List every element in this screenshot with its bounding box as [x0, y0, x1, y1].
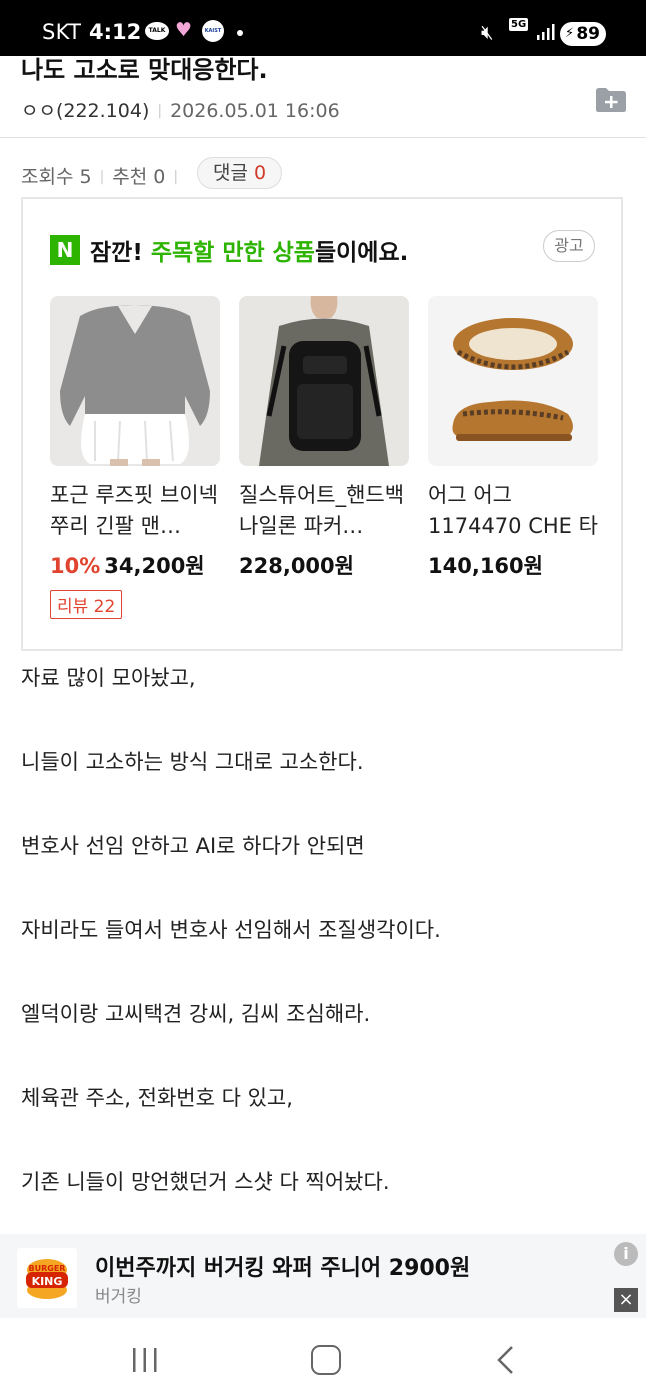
product-price: 228,000원 [239, 554, 354, 578]
banner-title[interactable]: 이번주까지 버거킹 와퍼 주니어 2900원 [95, 1250, 470, 1282]
product-price-row: 140,160원 [428, 550, 598, 580]
kakaotalk-icon: TALK [145, 22, 169, 40]
post-meta: ㅇㅇ(222.104) | 2026.05.01 16:06 [21, 96, 340, 123]
comments-count: 0 [254, 162, 267, 184]
product-price: 140,160원 [428, 554, 543, 578]
product-price-row: 228,000원 [239, 550, 409, 580]
product-price: 34,200원 [104, 554, 205, 578]
add-folder-icon[interactable] [595, 87, 627, 113]
banner-advertiser: 버거킹 [95, 1287, 142, 1307]
product-name[interactable]: 포근 루즈핏 브이넥 쭈리 긴팔 맨… [50, 480, 220, 542]
battery-saver-icon: ⚡ [565, 26, 575, 41]
ad-heading-part1: 잠깐! [90, 240, 151, 266]
ad-badge[interactable]: 광고 [543, 230, 595, 262]
product-card[interactable]: 포근 루즈핏 브이넥 쭈리 긴팔 맨… 10% 34,200원 리뷰 22 [50, 296, 220, 619]
product-card[interactable]: 질스튜어트_핸드백 나일론 파커… 228,000원 [239, 296, 409, 580]
mute-icon: 🔇︎ [481, 20, 494, 44]
product-image-slippers[interactable] [428, 296, 598, 466]
post-title: 나도 고소로 맞대응한다. [21, 56, 268, 84]
notification-dot-icon [237, 30, 243, 36]
signal-icon [537, 24, 555, 40]
body-line: 변호사 선임 안하고 AI로 하다가 안되면 [21, 834, 365, 858]
ad-heading-highlight: 주목할 만한 상품 [150, 240, 315, 266]
body-line: 엘덕이랑 고씨택견 강씨, 김씨 조심해라. [21, 1002, 371, 1026]
post-datetime: 2026.05.01 16:06 [170, 100, 340, 122]
comments-button[interactable]: 댓글 0 [197, 157, 283, 189]
product-image-backpack[interactable] [239, 296, 409, 466]
product-name[interactable]: 질스튜어트_핸드백 나일론 파커… [239, 480, 409, 542]
product-name[interactable]: 어그 어그 1174470 CHE 타스… [428, 480, 598, 542]
back-icon[interactable] [494, 1345, 516, 1375]
home-icon[interactable] [311, 1345, 341, 1375]
carrier-label: SKT [42, 20, 82, 44]
network-5g-icon: 5G [509, 18, 529, 31]
product-discount: 10% [50, 554, 101, 578]
ad-heading-part3: 들이에요. [314, 240, 409, 266]
heart-icon: ♥ [175, 19, 193, 41]
body-line: 자료 많이 모아놨고, [21, 666, 196, 690]
burger-king-logo-icon: BURGER KING [17, 1248, 77, 1308]
close-ad-button[interactable]: × [614, 1288, 638, 1312]
svg-text:KING: KING [32, 1275, 63, 1288]
ad-heading: N 잠깐! 주목할 만한 상품들이에요. [50, 233, 408, 267]
info-icon[interactable]: i [614, 1242, 638, 1266]
view-count: 조회수 5 [21, 166, 92, 188]
bottom-banner-ad[interactable]: BURGER KING 이번주까지 버거킹 와퍼 주니어 2900원 버거킹 i… [0, 1234, 646, 1318]
svg-text:BURGER: BURGER [29, 1264, 66, 1273]
product-ad-box: N 잠깐! 주목할 만한 상품들이에요. 광고 포근 루즈핏 브이넥 쭈리 긴팔 … [21, 197, 623, 651]
separator: | [99, 169, 105, 185]
naver-logo-icon: N [50, 235, 80, 265]
separator: | [157, 103, 163, 119]
review-badge: 리뷰 22 [50, 590, 123, 619]
product-image-sweater[interactable] [50, 296, 220, 466]
author-name[interactable]: ㅇㅇ(222.104) [21, 100, 149, 122]
separator: | [173, 169, 179, 185]
status-bar: SKT 4:12 TALK ♥ KAIST 🔇︎ 5G ⚡ 89 [0, 0, 646, 56]
battery-level: 89 [576, 24, 600, 44]
product-card[interactable]: 어그 어그 1174470 CHE 타스… 140,160원 [428, 296, 598, 580]
body-line: 니들이 고소하는 방식 그대로 고소한다. [21, 750, 364, 774]
post-stats: 조회수 5 | 추천 0 | [21, 162, 186, 189]
body-line: 기존 니들이 망언했던거 스샷 다 찍어놨다. [21, 1170, 390, 1194]
recent-apps-icon[interactable] [130, 1346, 160, 1374]
body-line: 체육관 주소, 전화번호 다 있고, [21, 1086, 293, 1110]
system-nav-bar [0, 1318, 646, 1400]
kaist-icon: KAIST [202, 20, 224, 42]
clock: 4:12 [89, 20, 142, 44]
comments-label: 댓글 [213, 162, 248, 184]
product-price-row: 10% 34,200원 [50, 550, 220, 580]
divider [0, 137, 646, 138]
recommend-count: 추천 0 [112, 166, 166, 188]
body-line: 자비라도 들여서 변호사 선임해서 조질생각이다. [21, 918, 441, 942]
battery-icon: ⚡ 89 [560, 22, 606, 46]
